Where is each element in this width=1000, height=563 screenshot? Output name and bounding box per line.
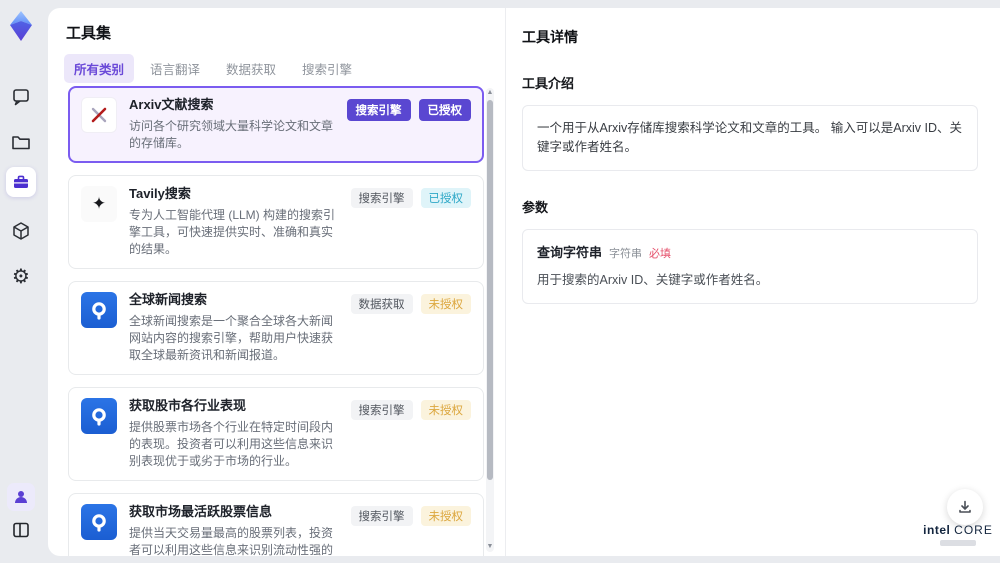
user-icon[interactable] xyxy=(0,483,42,511)
intel-core-logo: intel CORE xyxy=(922,523,994,546)
tool-details-pane: 工具详情 工具介绍 一个用于从Arxiv存储库搜索科学论文和文章的工具。 输入可… xyxy=(505,8,1000,556)
layout-panels-icon[interactable] xyxy=(0,517,42,543)
toolbox-icon-active[interactable] xyxy=(0,166,42,198)
category-tabs: 所有类别 语言翻译 数据获取 搜索引擎 xyxy=(64,54,362,83)
search-q-icon xyxy=(81,503,117,540)
category-badge: 数据获取 xyxy=(350,293,413,314)
active-tile xyxy=(6,167,36,197)
params-heading: 参数 xyxy=(522,199,549,215)
arxiv-logo-icon xyxy=(81,97,117,133)
folder-icon[interactable] xyxy=(0,129,42,155)
tool-list-pane: 工具集 所有类别 语言翻译 数据获取 搜索引擎 Arxiv文献搜索 访问各个研究领域大… xyxy=(48,8,506,556)
param-type: 字符串 xyxy=(609,247,643,260)
brand-subtext-bar xyxy=(940,540,976,546)
scroll-down-arrow-icon[interactable]: ▼ xyxy=(486,543,494,551)
tool-card[interactable]: 全球新闻搜索 全球新闻搜索是一个聚合全球各大新闻网站内容的搜索引擎，帮助用户快速… xyxy=(68,280,484,375)
category-badge: 搜索引擎 xyxy=(346,99,411,121)
main-panel: 工具集 所有类别 语言翻译 数据获取 搜索引擎 Arxiv文献搜索 访问各个研究领域大… xyxy=(48,8,1000,556)
search-q-icon xyxy=(81,291,117,328)
tool-description: 访问各个研究领域大量科学论文和文章的存储库。 xyxy=(129,118,334,150)
tool-card[interactable]: 获取市场最活跃股票信息 提供当天交易量最高的股票列表，投资者可以利用这些信息来识… xyxy=(68,492,484,556)
auth-status-badge: 已授权 xyxy=(420,187,471,208)
user-tile xyxy=(7,483,35,511)
icon-rail: ⚙ xyxy=(0,0,42,563)
toolbox-icon xyxy=(14,175,28,188)
tool-name: 获取市场最活跃股票信息 xyxy=(129,503,273,519)
tool-name: 获取股市各行业表现 xyxy=(129,397,247,413)
intro-text: 一个用于从Arxiv存储库搜索科学论文和文章的工具。 输入可以是Arxiv ID… xyxy=(522,105,978,171)
list-scrollbar[interactable]: ▲ ▼ xyxy=(486,88,494,552)
tool-name: 全球新闻搜索 xyxy=(129,291,208,307)
tool-name: Arxiv文献搜索 xyxy=(129,97,214,112)
param-card: 查询字符串 字符串 必填 用于搜索的Arxiv ID、关键字或作者姓名。 xyxy=(522,228,978,304)
tool-card[interactable]: Arxiv文献搜索 访问各个研究领域大量科学论文和文章的存储库。 搜索引擎 已授… xyxy=(68,86,484,163)
tool-description: 专为人工智能代理 (LLM) 构建的搜索引擎工具，可快速提供实时、准确和真实的结… xyxy=(129,207,336,256)
category-badge: 搜索引擎 xyxy=(350,187,413,208)
tool-description: 全球新闻搜索是一个聚合全球各大新闻网站内容的搜索引擎，帮助用户快速获取全球最新资… xyxy=(129,313,334,362)
page-title: 工具集 xyxy=(66,25,112,42)
scrollbar-thumb[interactable] xyxy=(487,100,493,480)
cube-icon[interactable] xyxy=(0,218,42,244)
param-description: 用于搜索的Arxiv ID、关键字或作者姓名。 xyxy=(537,273,769,287)
param-name: 查询字符串 xyxy=(537,244,603,260)
tavily-star-icon: ✦ xyxy=(81,185,117,222)
download-icon xyxy=(959,500,971,513)
tool-card[interactable]: 获取股市各行业表现 提供股票市场各个行业在特定时间段内的表现。投资者可以利用这些… xyxy=(68,386,484,481)
auth-status-badge: 未授权 xyxy=(420,399,471,420)
tool-name: Tavily搜索 xyxy=(129,185,191,201)
scroll-up-arrow-icon[interactable]: ▲ xyxy=(486,89,494,97)
category-badge: 搜索引擎 xyxy=(350,505,413,526)
tool-description: 提供股票市场各个行业在特定时间段内的表现。投资者可以利用这些信息来识别表现优于或… xyxy=(129,419,334,468)
auth-status-badge: 未授权 xyxy=(420,293,471,314)
category-badge: 搜索引擎 xyxy=(350,399,413,420)
details-title: 工具详情 xyxy=(522,29,578,45)
intro-heading: 工具介绍 xyxy=(522,76,575,91)
tool-card[interactable]: ✦ Tavily搜索 专为人工智能代理 (LLM) 构建的搜索引擎工具，可快速提… xyxy=(68,174,484,269)
tool-description: 提供当天交易量最高的股票列表，投资者可以利用这些信息来识别流动性强的股票和潜在的… xyxy=(129,525,334,556)
category-tab[interactable]: 所有类别 xyxy=(64,54,135,83)
auth-status-badge: 已授权 xyxy=(418,99,471,121)
app-logo[interactable] xyxy=(0,8,42,44)
search-q-icon xyxy=(81,397,117,434)
chat-icon[interactable] xyxy=(0,84,42,110)
tool-list: Arxiv文献搜索 访问各个研究领域大量科学论文和文章的存储库。 搜索引擎 已授… xyxy=(68,86,484,556)
core-wordmark: CORE xyxy=(954,523,993,537)
category-tab[interactable]: 语言翻译 xyxy=(140,54,210,83)
auth-status-badge: 未授权 xyxy=(420,505,471,526)
category-tab[interactable]: 数据获取 xyxy=(216,54,286,83)
category-tab[interactable]: 搜索引擎 xyxy=(292,54,362,83)
download-button[interactable] xyxy=(947,489,983,525)
settings-gear-icon[interactable]: ⚙ xyxy=(0,263,42,291)
intel-wordmark: intel xyxy=(923,523,951,537)
param-required-badge: 必填 xyxy=(649,247,672,260)
